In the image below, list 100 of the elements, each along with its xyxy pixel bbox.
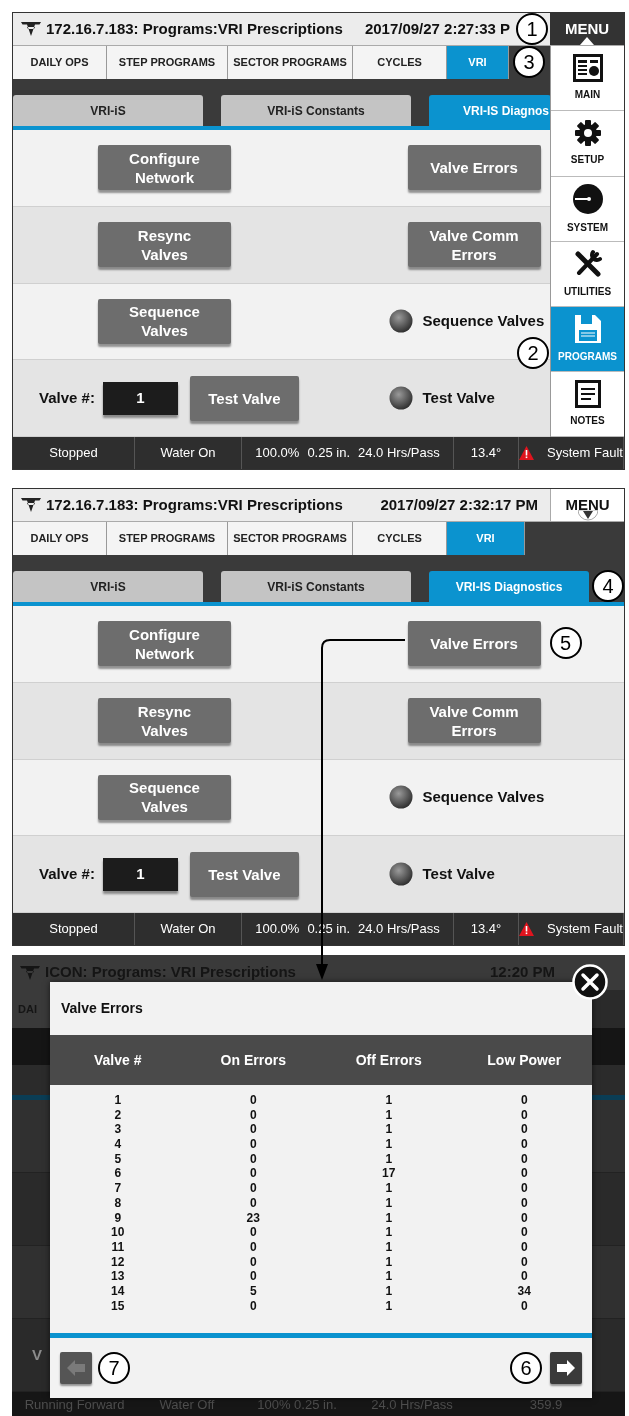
status-text: System Fault xyxy=(547,444,623,463)
table-cell: 0 xyxy=(520,1137,528,1152)
table-cell: 1 xyxy=(385,1122,393,1138)
status-text: 24.0 Hrs/Pass xyxy=(358,444,440,463)
table-cell: 8 xyxy=(114,1195,122,1211)
table-cell: 34 xyxy=(517,1283,531,1299)
table-cell: 13 xyxy=(111,1269,125,1284)
table-cell: 0 xyxy=(520,1166,528,1182)
table-cell: 0 xyxy=(249,1107,257,1123)
table-cell: 1 xyxy=(385,1107,393,1123)
table-cell: 0 xyxy=(249,1093,257,1108)
table-cell: 9 xyxy=(114,1210,122,1226)
table-cell: 23 xyxy=(246,1210,260,1226)
table-cell: 17 xyxy=(382,1166,396,1182)
table-cell: 1 xyxy=(385,1254,393,1270)
status-text: 100% 0.25 in. xyxy=(257,1395,337,1414)
dialog-title: Valve Errors xyxy=(61,999,143,1018)
table-cell: 0 xyxy=(520,1210,528,1226)
status-text: System Fault xyxy=(547,920,623,939)
callout-number: 1 xyxy=(516,13,548,45)
table-cell: 1 xyxy=(385,1181,393,1196)
date-time: 2017/09/27 2:32:17 PM xyxy=(380,494,538,515)
table-cell: 0 xyxy=(520,1093,528,1108)
field-label: Valve #: xyxy=(39,863,95,884)
table-cell: 0 xyxy=(249,1137,257,1152)
table-cell: 1 xyxy=(385,1239,393,1255)
table-cell: 14 xyxy=(111,1283,125,1299)
table-cell: 0 xyxy=(249,1181,257,1196)
table-cell: 0 xyxy=(249,1225,257,1240)
status-text: 100.0% xyxy=(255,444,300,463)
table-cell: 1 xyxy=(385,1093,393,1108)
row-label: V xyxy=(32,1344,42,1365)
table-cell: 7 xyxy=(114,1181,122,1196)
window-title: 172.16.7.183: Programs:VRI Prescriptions xyxy=(46,494,343,515)
callout-number: 3 xyxy=(513,46,545,78)
callout-number: 6 xyxy=(510,1352,542,1384)
table-cell: 1 xyxy=(385,1210,393,1226)
table-cell: 1 xyxy=(114,1093,122,1108)
table-cell: 0 xyxy=(520,1269,528,1284)
table-cell: 0 xyxy=(520,1254,528,1270)
table-cell: 1 xyxy=(385,1225,393,1240)
window-title: 172.16.7.183: Programs:VRI Prescriptions xyxy=(46,18,343,39)
status-text: Water On xyxy=(160,444,216,463)
table-cell: 15 xyxy=(111,1298,125,1314)
column-header: On Errors xyxy=(220,1050,286,1070)
status-text: Stopped xyxy=(49,444,98,463)
table-cell: 10 xyxy=(111,1225,125,1240)
column-header: Off Errors xyxy=(355,1050,422,1070)
table-cell: 2 xyxy=(114,1107,122,1123)
table-cell: 0 xyxy=(249,1195,257,1211)
table-cell: 1 xyxy=(385,1151,393,1167)
table-cell: 1 xyxy=(385,1283,393,1299)
indicator-label: Test Valve xyxy=(422,863,495,884)
table-cell: 0 xyxy=(520,1181,528,1196)
table-cell: 0 xyxy=(520,1239,528,1255)
table-cell: 4 xyxy=(114,1137,122,1152)
table-cell: 0 xyxy=(249,1298,257,1314)
table-cell: 0 xyxy=(249,1151,257,1167)
table-cell: 0 xyxy=(520,1122,528,1138)
table-cell: 0 xyxy=(520,1298,528,1314)
table-cell: 11 xyxy=(111,1239,125,1255)
table-cell: 0 xyxy=(249,1269,257,1284)
status-text: Running Forward xyxy=(24,1395,125,1414)
status-text: Stopped xyxy=(49,920,98,939)
date-time: 2017/09/27 2:27:33 P xyxy=(364,18,510,39)
status-text: 13.4° xyxy=(470,444,502,463)
table-cell: 6 xyxy=(114,1166,122,1182)
status-text: Water Off xyxy=(159,1395,215,1414)
table-cell: 1 xyxy=(385,1269,393,1284)
table-cell: 0 xyxy=(520,1107,528,1123)
status-text: 0.25 in. xyxy=(307,444,351,463)
table-cell: 3 xyxy=(114,1122,122,1138)
status-text: Water On xyxy=(160,920,216,939)
callout-number: 4 xyxy=(592,570,624,602)
indicator-label: Test Valve xyxy=(422,387,495,408)
status-text: 24.0 Hrs/Pass xyxy=(371,1395,453,1414)
table-cell: 12 xyxy=(111,1254,125,1270)
status-text: 100.0% xyxy=(255,920,300,939)
indicator-label: Sequence Valves xyxy=(422,311,545,332)
column-header: Valve # xyxy=(94,1050,142,1070)
table-cell: 0 xyxy=(249,1166,257,1182)
table-cell: 0 xyxy=(249,1122,257,1138)
column-header: Low Power xyxy=(487,1050,562,1070)
status-text: 24.0 Hrs/Pass xyxy=(358,920,440,939)
table-cell: 0 xyxy=(249,1239,257,1255)
indicator-label: Sequence Valves xyxy=(422,787,545,808)
status-text: 13.4° xyxy=(470,920,502,939)
table-cell: 1 xyxy=(385,1195,393,1211)
table-cell: 5 xyxy=(249,1283,257,1299)
table-cell: 0 xyxy=(520,1151,528,1167)
field-label: Valve #: xyxy=(39,387,95,408)
table-cell: 0 xyxy=(520,1195,528,1211)
table-cell: 1 xyxy=(385,1298,393,1314)
table-cell: 5 xyxy=(114,1151,122,1167)
callout-number: 5 xyxy=(549,627,582,660)
table-cell: 0 xyxy=(520,1225,528,1240)
table-cell: 0 xyxy=(249,1254,257,1270)
callout-number: 7 xyxy=(98,1352,130,1384)
table-cell: 1 xyxy=(385,1137,393,1152)
status-text: 359.9 xyxy=(529,1395,563,1414)
